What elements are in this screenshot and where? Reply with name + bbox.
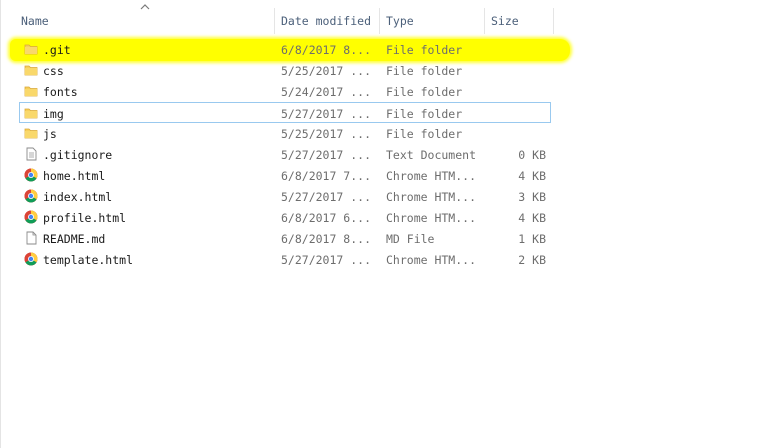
- file-row[interactable]: .gitignore 5/27/2017 ... Text Document 0 KB: [20, 144, 552, 165]
- file-row[interactable]: profile.html 6/8/2017 6... Chrome HTM... 4 …: [20, 207, 552, 228]
- folder-icon: [24, 63, 38, 77]
- file-row[interactable]: fonts 5/24/2017 ... File folder: [20, 81, 552, 102]
- chrome-icon: [24, 168, 38, 182]
- column-divider[interactable]: [379, 8, 380, 34]
- folder-icon: [24, 106, 38, 120]
- column-divider[interactable]: [484, 8, 485, 34]
- file-type: File folder: [386, 64, 463, 78]
- file-date-modified: 5/27/2017 ...: [281, 148, 372, 162]
- file-row[interactable]: .git 6/8/2017 8... File folder: [20, 39, 552, 60]
- chrome-icon: [24, 252, 38, 266]
- file-size: 3 KB: [518, 190, 546, 204]
- file-type: Chrome HTM...: [386, 190, 477, 204]
- file-name: index.html: [43, 190, 113, 204]
- file-size: 1 KB: [518, 232, 546, 246]
- file-row[interactable]: img 5/27/2017 ... File folder: [19, 102, 551, 123]
- column-header-type[interactable]: Type: [386, 14, 414, 28]
- file-icon: [24, 231, 38, 245]
- file-date-modified: 5/27/2017 ...: [281, 253, 372, 267]
- column-header-bar: Name Date modified Type Size: [0, 0, 759, 40]
- file-type: Chrome HTM...: [386, 211, 477, 225]
- column-header-size[interactable]: Size: [491, 14, 519, 28]
- file-name: profile.html: [43, 211, 127, 225]
- file-type: File folder: [386, 127, 463, 141]
- file-name: home.html: [43, 169, 106, 183]
- file-row[interactable]: template.html 5/27/2017 ... Chrome HTM... 2…: [20, 249, 552, 270]
- file-type: MD File: [386, 232, 435, 246]
- file-row[interactable]: README.md 6/8/2017 8... MD File 1 KB: [20, 228, 552, 249]
- file-row[interactable]: index.html 5/27/2017 ... Chrome HTM... 3 KB: [20, 186, 552, 207]
- file-name: .gitignore: [43, 148, 113, 162]
- file-date-modified: 6/8/2017 8...: [281, 43, 372, 57]
- file-name: js: [43, 127, 57, 141]
- file-date-modified: 6/8/2017 6...: [281, 211, 372, 225]
- file-name: css: [43, 64, 64, 78]
- file-date-modified: 6/8/2017 7...: [281, 169, 372, 183]
- column-divider[interactable]: [274, 8, 275, 34]
- file-name: img: [43, 107, 64, 121]
- file-size: 4 KB: [518, 169, 546, 183]
- file-row[interactable]: home.html 6/8/2017 7... Chrome HTM... 4 KB: [20, 165, 552, 186]
- chrome-icon: [24, 210, 38, 224]
- file-date-modified: 5/25/2017 ...: [281, 64, 372, 78]
- folder-icon: [24, 126, 38, 140]
- folder-icon: [24, 42, 38, 56]
- window-left-edge: [0, 0, 1, 448]
- file-name: .git: [43, 43, 71, 57]
- file-type: Chrome HTM...: [386, 169, 477, 183]
- file-row[interactable]: js 5/25/2017 ... File folder: [20, 123, 552, 144]
- file-type: Text Document: [386, 148, 477, 162]
- file-date-modified: 5/24/2017 ...: [281, 85, 372, 99]
- file-name: fonts: [43, 85, 78, 99]
- file-name: template.html: [43, 253, 134, 267]
- file-size: 0 KB: [518, 148, 546, 162]
- file-name: README.md: [43, 232, 106, 246]
- column-header-date-modified[interactable]: Date modified: [281, 14, 371, 28]
- file-date-modified: 6/8/2017 8...: [281, 232, 372, 246]
- file-type: File folder: [386, 43, 463, 57]
- text-document-icon: [24, 147, 38, 161]
- file-type: File folder: [386, 85, 463, 99]
- folder-icon: [24, 84, 38, 98]
- file-row[interactable]: css 5/25/2017 ... File folder: [20, 60, 552, 81]
- file-size: 2 KB: [518, 253, 546, 267]
- file-date-modified: 5/27/2017 ...: [281, 107, 372, 121]
- file-date-modified: 5/25/2017 ...: [281, 127, 372, 141]
- file-type: Chrome HTM...: [386, 253, 477, 267]
- column-divider[interactable]: [553, 8, 554, 34]
- file-date-modified: 5/27/2017 ...: [281, 190, 372, 204]
- file-type: File folder: [386, 107, 463, 121]
- chrome-icon: [24, 189, 38, 203]
- column-header-name[interactable]: Name: [21, 14, 49, 28]
- sort-up-icon[interactable]: [139, 2, 151, 12]
- file-size: 4 KB: [518, 211, 546, 225]
